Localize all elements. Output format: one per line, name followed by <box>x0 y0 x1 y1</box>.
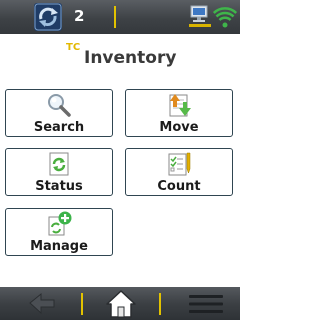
top-status-bar: 2 <box>0 0 240 34</box>
bottom-nav-bar <box>0 287 240 320</box>
home-icon[interactable] <box>105 289 137 319</box>
pending-count: 2 <box>74 7 85 25</box>
computer-network-icon <box>189 5 211 27</box>
title-badge: TC <box>66 42 81 53</box>
back-arrow-icon[interactable] <box>28 292 56 316</box>
manage-label: Manage <box>30 239 88 254</box>
move-tile-button[interactable]: Move <box>125 89 233 137</box>
page-title: Inventory <box>84 48 177 68</box>
status-tile-button[interactable]: Status <box>5 148 113 196</box>
search-label: Search <box>33 120 85 135</box>
magnifier-icon <box>48 94 71 117</box>
move-arrows-icon <box>169 94 191 117</box>
divider <box>114 6 116 28</box>
status-label: Status <box>35 179 83 194</box>
status-recycle-icon <box>49 152 69 176</box>
count-label: Count <box>157 179 201 194</box>
move-label: Move <box>159 120 199 135</box>
wifi-signal-icon <box>213 7 237 28</box>
page-header: TC Inventory <box>0 34 240 74</box>
search-tile-button[interactable]: Search <box>5 89 113 137</box>
hamburger-menu-icon[interactable] <box>188 293 224 315</box>
count-tile-button[interactable]: Count <box>125 148 233 196</box>
manage-add-icon <box>48 211 72 236</box>
checklist-pencil-icon <box>168 152 191 176</box>
divider <box>81 293 83 315</box>
divider <box>159 293 161 315</box>
manage-tile-button[interactable]: Manage <box>5 208 113 256</box>
sync-refresh-icon[interactable] <box>34 3 62 31</box>
